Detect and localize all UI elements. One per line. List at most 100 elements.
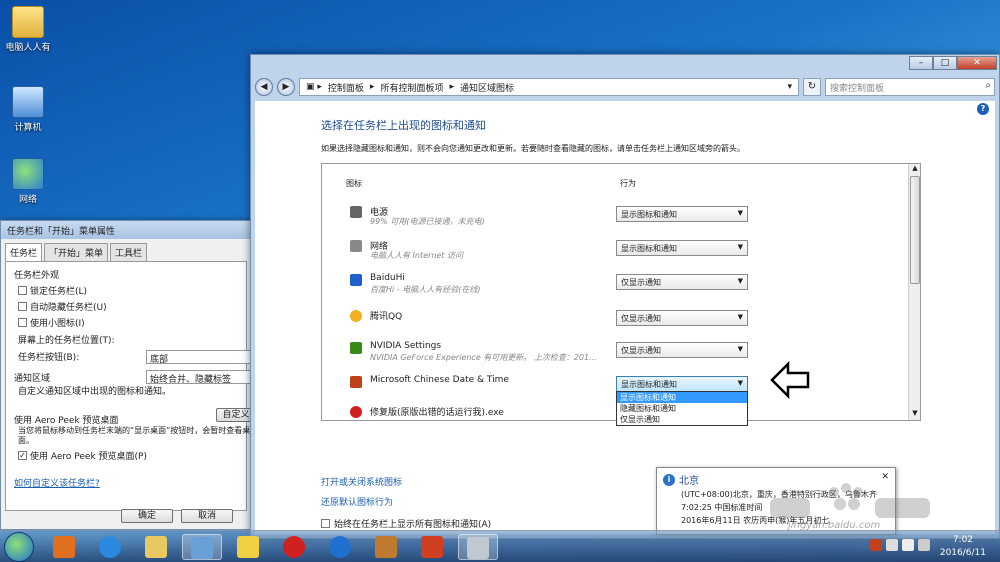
calendar-icon	[350, 376, 362, 388]
scroll-down-icon[interactable]: ▼	[909, 409, 920, 420]
close-button[interactable]: ✕	[957, 56, 997, 70]
forward-icon[interactable]: ▶	[277, 78, 295, 96]
behavior-value: 仅显示通知	[621, 346, 661, 355]
taskbar-app-paint[interactable]	[366, 534, 406, 560]
exe-icon	[350, 406, 362, 418]
taskbar-app-control-panel[interactable]	[182, 534, 222, 560]
dropdown-option[interactable]: 隐藏图标和通知	[617, 403, 747, 414]
vertical-scrollbar[interactable]: ▲ ▼	[908, 164, 920, 420]
item-name: NVIDIA Settings	[370, 341, 442, 351]
red-app-icon	[283, 536, 305, 558]
lock-taskbar-checkbox[interactable]: 锁定任务栏(L)	[18, 284, 238, 297]
checkbox-box	[18, 302, 27, 311]
behavior-select[interactable]: 仅显示通知 ▼	[616, 310, 748, 326]
dropdown-option[interactable]: 仅显示通知	[617, 414, 747, 425]
maximize-button[interactable]: □	[933, 56, 957, 70]
help-icon[interactable]: ?	[977, 103, 989, 115]
breadcrumb-item[interactable]: 控制面板	[328, 81, 364, 94]
item-name: BaiduHi	[370, 273, 405, 283]
autohide-checkbox[interactable]: 自动隐藏任务栏(U)	[18, 300, 238, 313]
tab-taskbar[interactable]: 任务栏	[5, 243, 43, 261]
window-controls: – □ ✕	[909, 56, 997, 70]
sticky-notes-icon	[237, 536, 259, 558]
back-icon[interactable]: ◀	[255, 78, 273, 96]
scroll-up-icon[interactable]: ▲	[909, 164, 920, 175]
checkmark-icon: ✓	[18, 451, 27, 460]
item-name: 修复版(原版出错的话运行我).exe	[370, 408, 504, 418]
annotation-arrow-icon	[770, 360, 810, 400]
always-show-checkbox[interactable]: 始终在任务栏上显示所有图标和通知(A)	[321, 517, 491, 530]
taskbar-app-media[interactable]	[44, 534, 84, 560]
clock[interactable]: 7:02 2016/6/11	[940, 534, 986, 560]
taskbar-app-notes[interactable]	[228, 534, 268, 560]
volume-icon[interactable]	[918, 539, 930, 551]
restore-defaults-link[interactable]: 还原默认图标行为	[321, 495, 393, 508]
behavior-select[interactable]: 仅显示通知 ▼	[616, 342, 748, 358]
taskbar-app-red[interactable]	[274, 534, 314, 560]
breadcrumb-separator-icon: ▸	[449, 82, 454, 92]
control-panel-icon	[191, 537, 213, 559]
tab-toolbars[interactable]: 工具栏	[110, 243, 148, 261]
flag-icon[interactable]	[886, 539, 898, 551]
desktop-icon-folder[interactable]: 电脑人人有	[2, 6, 54, 53]
behavior-select[interactable]: 仅显示通知 ▼	[616, 274, 748, 290]
dropdown-option[interactable]: 显示图标和通知	[617, 392, 747, 403]
taskbar-app-ie[interactable]	[90, 534, 130, 560]
tab-start-menu[interactable]: 「开始」菜单	[44, 243, 109, 261]
ok-button[interactable]: 确定	[121, 509, 173, 523]
checkbox-box	[18, 286, 27, 295]
desktop-icon-network[interactable]: 网络	[2, 158, 54, 205]
breadcrumb-separator-icon: ▸	[369, 82, 375, 92]
behavior-value: 显示图标和通知	[621, 244, 677, 253]
info-icon: i	[663, 473, 675, 486]
minimize-button[interactable]: –	[909, 56, 933, 70]
buttons-select[interactable]: 始终合并、隐藏标签	[146, 370, 256, 385]
chevron-down-icon: ▼	[737, 313, 743, 321]
page-description: 如果选择隐藏图标和通知，则不会向您通知更改和更新。若要随时查看隐藏的图标，请单击…	[321, 144, 745, 153]
calendar-tray-icon[interactable]	[870, 539, 882, 551]
behavior-select[interactable]: 显示图标和通知 ▼	[616, 206, 748, 222]
appearance-group-label: 任务栏外观	[14, 271, 60, 281]
search-input[interactable]: 搜索控制面板 ⌕	[825, 78, 995, 96]
taskbar-app-sogou[interactable]	[320, 534, 360, 560]
small-icons-checkbox[interactable]: 使用小图标(I)	[18, 316, 238, 329]
aero-peek-checkbox[interactable]: ✓ 使用 Aero Peek 预览桌面(P)	[18, 449, 238, 462]
list-item: BaiduHi 百度Hi - 电脑人人有经验(在线) 仅显示通知 ▼	[346, 272, 886, 302]
window-title: 任务栏和「开始」菜单属性	[1, 221, 251, 239]
behavior-select-active[interactable]: 显示图标和通知 ▼	[616, 376, 748, 392]
breadcrumb[interactable]: ▣ ▸ 控制面板 ▸ 所有控制面板项 ▸ 通知区域图标 ▾	[299, 78, 799, 96]
behavior-value: 仅显示通知	[621, 278, 661, 287]
start-button[interactable]	[4, 532, 34, 562]
toggle-system-icons-link[interactable]: 打开或关闭系统图标	[321, 475, 402, 488]
desktop-icon-computer[interactable]: 计算机	[2, 86, 54, 133]
position-select[interactable]: 底部	[146, 350, 256, 365]
tab-panel: 任务栏外观 锁定任务栏(L) 自动隐藏任务栏(U) 使用小图标(I) 屏幕上的任…	[5, 261, 256, 511]
breadcrumb-item[interactable]: 通知区域图标	[460, 81, 514, 94]
scroll-thumb[interactable]	[910, 176, 920, 284]
taskbar-app-calendar[interactable]	[412, 534, 452, 560]
checkbox-label: 锁定任务栏(L)	[30, 287, 88, 297]
behavior-select[interactable]: 显示图标和通知 ▼	[616, 240, 748, 256]
checkbox-label: 自动隐藏任务栏(U)	[30, 303, 107, 313]
dropdown-arrow-icon[interactable]: ▾	[787, 82, 792, 92]
page-title: 选择在任务栏上出现的图标和通知	[321, 119, 486, 132]
breadcrumb-item[interactable]: 所有控制面板项	[380, 81, 443, 94]
network-tray-icon[interactable]	[902, 539, 914, 551]
power-icon	[350, 206, 362, 218]
taskbar-app-explorer[interactable]	[136, 534, 176, 560]
network-signal-icon	[350, 240, 362, 252]
dialog-buttons: 确定 取消	[121, 509, 233, 523]
taskbar-app-taskbar-props[interactable]	[458, 534, 498, 560]
column-header-icon: 图标	[346, 179, 362, 188]
cancel-button[interactable]: 取消	[181, 509, 233, 523]
taskbar-properties-window: 任务栏和「开始」菜单属性 任务栏 「开始」菜单 工具栏 任务栏外观 锁定任务栏(…	[0, 220, 256, 530]
help-link[interactable]: 如何自定义该任务栏?	[14, 476, 238, 489]
refresh-icon[interactable]: ↻	[803, 78, 821, 96]
folder-icon	[145, 536, 167, 558]
tooltip-title: 北京	[679, 476, 699, 487]
item-status: 百度Hi - 电脑人人有经验(在线)	[370, 285, 481, 294]
nvidia-icon	[350, 342, 362, 354]
icon-behavior-list: 图标 行为 ▲ ▼ 电源 99% 可用(电源已接通，未充电) 显示图标和通知 ▼ …	[321, 163, 921, 421]
chevron-down-icon: ▼	[737, 243, 743, 251]
behavior-value: 仅显示通知	[621, 314, 661, 323]
